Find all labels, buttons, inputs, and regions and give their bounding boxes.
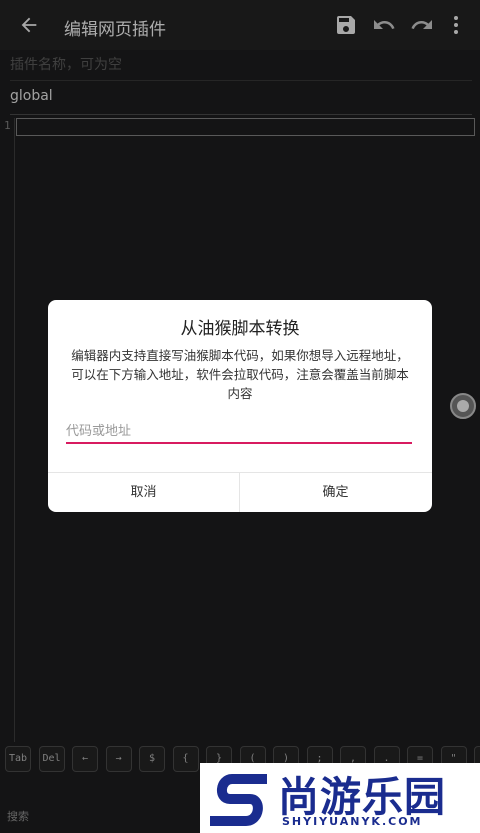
convert-dialog: 从油猴脚本转换 编辑器内支持直接写油猴脚本代码，如果你想导入远程地址，可以在下方… [48,300,432,512]
confirm-button[interactable]: 确定 [240,473,431,512]
watermark-logo-icon [210,774,267,826]
watermark-url: SHYIYUANYK.COM [282,815,423,828]
dialog-title: 从油猴脚本转换 [180,319,300,339]
cancel-button[interactable]: 取消 [48,473,239,512]
floating-ball-button[interactable] [450,393,476,419]
site-watermark: 尚游乐园 SHYIYUANYK.COM [200,763,480,833]
watermark-brand: 尚游乐园 [278,773,446,821]
floating-ball-icon [457,400,469,412]
dialog-message: 编辑器内支持直接写油猴脚本代码，如果你想导入远程地址，可以在下方输入地址，软件会… [71,348,409,401]
code-or-url-input[interactable] [66,420,412,444]
